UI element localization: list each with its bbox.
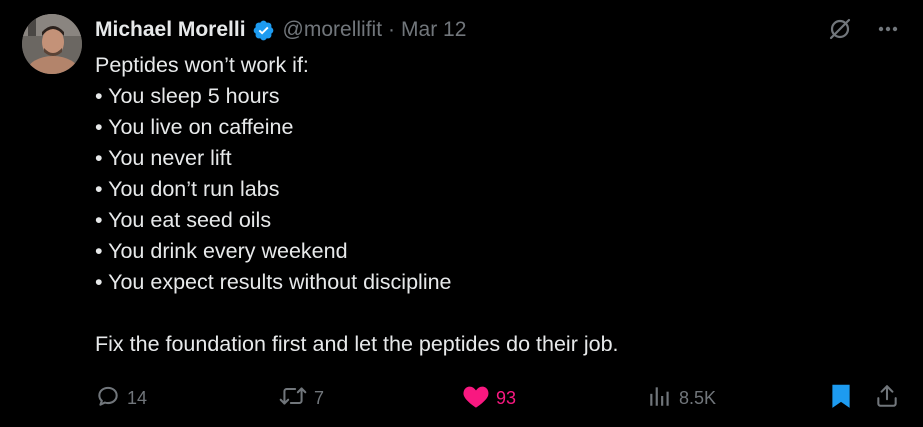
like-count: 93: [496, 387, 517, 408]
share-icon: [874, 383, 900, 414]
tweet-bullet: • You never lift: [95, 146, 232, 170]
tweet-bullet: • You live on caffeine: [95, 115, 294, 139]
views-count: 8.5K: [679, 387, 717, 408]
share-button[interactable]: [874, 378, 900, 418]
tweet-bullet: • You sleep 5 hours: [95, 84, 280, 108]
tweet-intro: Peptides won’t work if:: [95, 53, 309, 77]
separator: ·: [388, 18, 396, 41]
repost-button[interactable]: 7: [278, 378, 324, 418]
tweet-bullet: • You don’t run labs: [95, 177, 280, 201]
avatar[interactable]: [22, 14, 82, 74]
tweet-bullet: • You expect results without discipline: [95, 270, 452, 294]
heart-icon: [462, 383, 490, 414]
repost-count: 7: [314, 387, 325, 408]
tweet[interactable]: Michael Morelli @morellifit · Mar 12 Pep…: [0, 0, 923, 427]
grok-icon[interactable]: [827, 16, 853, 42]
tweet-bullet: • You drink every weekend: [95, 239, 348, 263]
action-bar: 14 7 93 8.5K: [0, 378, 923, 418]
bookmark-button[interactable]: [828, 378, 854, 418]
reply-icon: [95, 383, 121, 414]
tweet-bullet: • You eat seed oils: [95, 208, 272, 232]
views-icon: [647, 383, 673, 414]
bookmark-icon: [828, 382, 854, 415]
like-button[interactable]: 93: [462, 378, 516, 418]
author-name[interactable]: Michael Morelli: [95, 18, 246, 42]
tweet-header: Michael Morelli @morellifit · Mar 12: [95, 15, 466, 45]
tweet-date[interactable]: Mar 12: [401, 18, 466, 42]
reply-count: 14: [127, 387, 148, 408]
tweet-closing: Fix the foundation first and let the pep…: [95, 332, 619, 356]
more-icon[interactable]: [875, 16, 901, 42]
tweet-text: Peptides won’t work if: • You sleep 5 ho…: [95, 50, 895, 360]
verified-badge-icon: [252, 19, 275, 42]
repost-icon: [278, 383, 308, 414]
reply-button[interactable]: 14: [95, 378, 147, 418]
author-handle[interactable]: @morellifit: [283, 18, 383, 42]
views-button[interactable]: 8.5K: [647, 378, 716, 418]
top-right-icons: [827, 16, 901, 42]
